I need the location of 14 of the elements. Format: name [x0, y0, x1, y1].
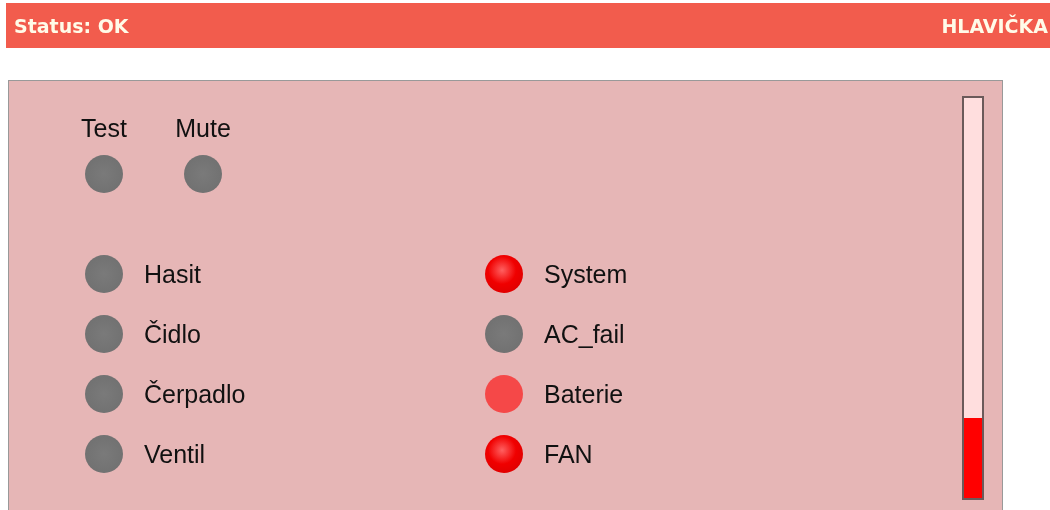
indicator-label: Čerpadlo — [144, 379, 246, 409]
indicator-led[interactable] — [184, 155, 222, 193]
indicator-label: FAN — [544, 439, 593, 469]
header-title: HLAVIČKA — [941, 14, 1048, 37]
status-text: Status: OK — [14, 14, 129, 37]
indicator-label: System — [544, 259, 628, 289]
indicator-led[interactable] — [85, 155, 123, 193]
button-label: Mute — [175, 113, 231, 143]
button-label: Test — [81, 113, 127, 143]
indicator-label: Ventil — [144, 439, 206, 469]
indicator-label: Hasit — [144, 259, 201, 289]
indicator-label: Baterie — [544, 379, 624, 409]
indicator-label: AC_fail — [544, 319, 625, 349]
indicator-label: Čidlo — [144, 319, 201, 349]
